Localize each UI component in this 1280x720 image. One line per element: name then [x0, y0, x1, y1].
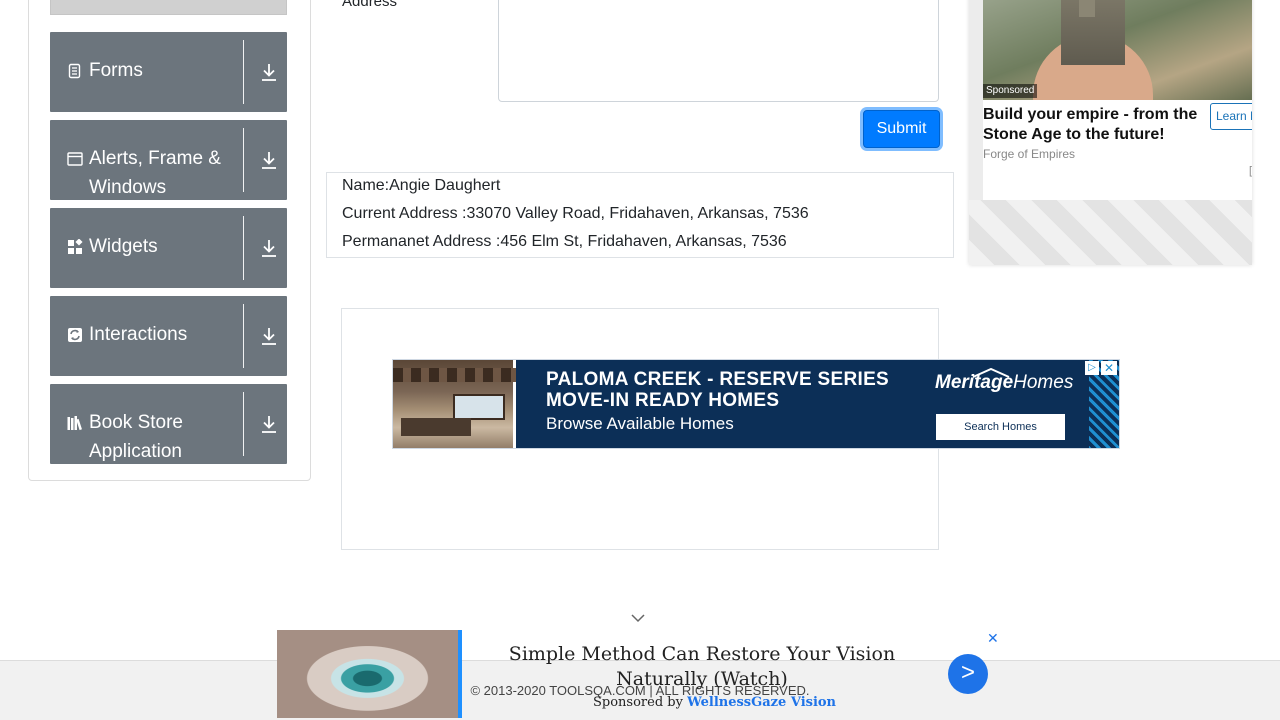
sidebar-group-forms[interactable]: Forms	[50, 32, 287, 112]
sidebar-item-partial[interactable]	[50, 0, 287, 15]
ad-headline[interactable]: Simple Method Can Restore Your Vision Na…	[477, 642, 927, 692]
sidebar-group-label: Interactions	[89, 324, 188, 345]
submit-button[interactable]: Submit	[863, 110, 940, 148]
interactions-icon	[67, 327, 83, 343]
side-ad[interactable]: Sponsored Build your empire - from the S…	[969, 0, 1252, 265]
adchoices-icon[interactable]: ▷	[1085, 361, 1099, 375]
sidebar-group-label: Book Store Application	[89, 412, 183, 462]
widgets-icon	[67, 238, 83, 255]
ad-help-link[interactable]: [?] |	[1249, 165, 1252, 177]
sidebar-group-interactions[interactable]: Interactions	[50, 296, 287, 376]
permanent-address-textarea[interactable]	[498, 0, 939, 102]
ad-card[interactable]: Sponsored Build your empire - from the S…	[983, 0, 1252, 200]
ad-background-pattern	[969, 200, 1252, 265]
form-icon	[67, 63, 83, 79]
separator	[243, 304, 244, 368]
sidebar-group-widgets[interactable]: Widgets	[50, 208, 287, 288]
ad-headline: PALOMA CREEK - RESERVE SERIES MOVE-IN RE…	[546, 369, 890, 411]
download-icon[interactable]	[260, 62, 278, 82]
output-name: Name:Angie Daughert	[342, 177, 501, 194]
sidebar-group-label: Forms	[89, 60, 143, 81]
close-icon[interactable]: ✕	[1101, 361, 1117, 375]
ad-eye-image	[277, 630, 462, 718]
sidebar-group-label: Alerts, Frame & Windows	[89, 148, 221, 198]
download-icon[interactable]	[260, 238, 278, 258]
ad-subline: Browse Available Homes	[546, 414, 734, 433]
download-icon[interactable]	[260, 414, 278, 434]
learn-more-button[interactable]: Learn More	[1210, 103, 1252, 130]
separator	[243, 40, 244, 104]
search-homes-button[interactable]: Search Homes	[936, 414, 1065, 440]
chevron-down-icon[interactable]	[630, 612, 646, 624]
sponsored-label: Sponsored	[983, 84, 1038, 98]
window-icon	[67, 151, 83, 167]
separator	[243, 128, 244, 192]
ad-title[interactable]: Build your empire - from the Stone Age t…	[983, 105, 1203, 145]
ad-photo	[393, 360, 516, 448]
book-icon	[67, 415, 83, 431]
ad-logo: MeritageHomes	[935, 372, 1074, 393]
download-icon[interactable]	[260, 150, 278, 170]
sidebar-group-alerts[interactable]: Alerts, Frame & Windows	[50, 120, 287, 200]
go-arrow-button[interactable]: >	[948, 654, 988, 694]
ad-brand: Forge of Empires	[983, 147, 1076, 161]
bottom-ad[interactable]: Simple Method Can Restore Your Vision Na…	[277, 630, 1005, 720]
address-label: Address	[342, 0, 398, 10]
close-icon[interactable]: ✕	[987, 630, 999, 647]
sidebar-group-bookstore[interactable]: Book Store Application	[50, 384, 287, 464]
separator	[243, 392, 244, 456]
output-current-address: Current Address :33070 Valley Road, Frid…	[342, 205, 809, 222]
output-panel: Name:Angie Daughert Current Address :330…	[326, 172, 954, 258]
ad-sponsor: Sponsored by WellnessGaze Vision	[592, 695, 837, 710]
sidebar-group-label: Widgets	[89, 236, 158, 257]
output-permanent-address: Permananet Address :456 Elm St, Fridahav…	[342, 233, 787, 250]
banner-ad[interactable]: PALOMA CREEK - RESERVE SERIES MOVE-IN RE…	[392, 359, 1120, 449]
separator	[243, 216, 244, 280]
download-icon[interactable]	[260, 326, 278, 346]
